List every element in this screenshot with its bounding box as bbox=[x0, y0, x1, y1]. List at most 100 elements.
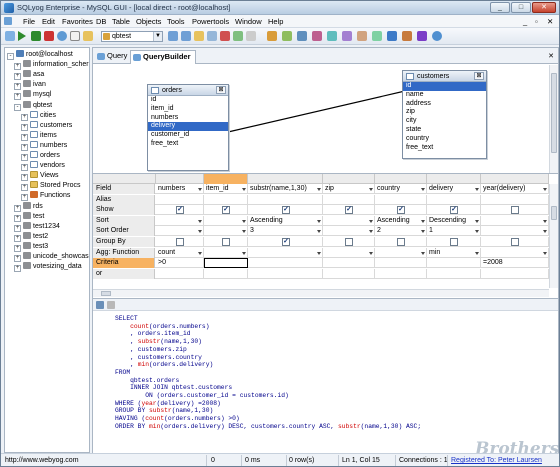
grid-cell[interactable]: zip bbox=[323, 184, 375, 194]
expand-icon[interactable]: + bbox=[14, 93, 21, 101]
grid-cell[interactable]: 2 bbox=[375, 226, 427, 237]
menu-favorites[interactable]: Favorites bbox=[62, 17, 93, 26]
expand-icon[interactable]: + bbox=[21, 174, 28, 182]
grid-cell[interactable] bbox=[323, 226, 375, 237]
field-item[interactable]: id bbox=[403, 82, 486, 91]
chevron-down-icon[interactable] bbox=[317, 230, 321, 234]
expand-icon[interactable]: + bbox=[21, 154, 28, 161]
edit-icon[interactable] bbox=[207, 31, 217, 41]
grid-cell[interactable] bbox=[375, 247, 427, 258]
grid-cell[interactable] bbox=[481, 247, 549, 258]
expand-icon[interactable]: + bbox=[21, 194, 28, 202]
grid-cell[interactable] bbox=[156, 215, 204, 226]
tree-item[interactable]: + vendors bbox=[21, 161, 65, 172]
index-icon[interactable] bbox=[233, 31, 243, 41]
expand-icon[interactable]: + bbox=[14, 83, 21, 91]
field-item[interactable]: state bbox=[403, 126, 486, 135]
chevron-down-icon[interactable] bbox=[198, 188, 202, 191]
help-icon[interactable] bbox=[432, 31, 442, 41]
grid-cell[interactable]: Ascending bbox=[248, 215, 323, 226]
grid-cell[interactable]: year(delivery) bbox=[481, 184, 549, 194]
chevron-down-icon[interactable] bbox=[317, 251, 321, 255]
expand-icon[interactable]: + bbox=[14, 255, 21, 262]
grid-cell[interactable]: ✓ bbox=[156, 205, 204, 216]
menu-tools[interactable]: Tools bbox=[167, 17, 185, 26]
grid-column-header[interactable] bbox=[204, 174, 248, 184]
chevron-down-icon[interactable] bbox=[198, 219, 202, 223]
expand-icon[interactable]: + bbox=[14, 214, 21, 222]
tools-icon[interactable] bbox=[267, 31, 277, 41]
grid-cell[interactable] bbox=[323, 258, 375, 269]
grid-cell[interactable]: numbers bbox=[156, 184, 204, 194]
grid-cell[interactable] bbox=[204, 215, 248, 226]
new-query-icon[interactable] bbox=[70, 31, 80, 41]
grid-cell[interactable] bbox=[156, 226, 204, 237]
table-canvas[interactable]: orders ⊠ id item_id numbers delivery custome… bbox=[93, 65, 549, 173]
menu-table[interactable]: Table bbox=[112, 17, 130, 26]
expand-icon[interactable]: + bbox=[21, 164, 28, 172]
grid-cell[interactable] bbox=[481, 215, 549, 226]
expand-icon[interactable]: + bbox=[14, 244, 21, 252]
chevron-down-icon[interactable] bbox=[475, 188, 479, 191]
menu-objects[interactable]: Objects bbox=[136, 17, 161, 26]
expand-icon[interactable]: + bbox=[14, 204, 21, 212]
expand-icon[interactable]: + bbox=[14, 265, 21, 273]
grid-cell[interactable] bbox=[323, 194, 375, 205]
show-checkbox[interactable]: ✓ bbox=[450, 206, 458, 215]
grid-cell[interactable]: country bbox=[375, 184, 427, 194]
tree-item[interactable]: - root@localhost bbox=[7, 50, 73, 60]
tree-item[interactable]: + customers bbox=[21, 120, 72, 131]
tab-query[interactable]: Query bbox=[95, 50, 129, 64]
grid-cell[interactable] bbox=[248, 194, 323, 205]
field-item[interactable]: city bbox=[403, 117, 486, 126]
close-button[interactable]: ✕ bbox=[532, 2, 556, 13]
chevron-down-icon[interactable] bbox=[369, 188, 373, 191]
grid-column-header[interactable] bbox=[248, 174, 323, 184]
tree-item[interactable]: + unicode_showcase bbox=[14, 252, 89, 262]
grid-cell[interactable] bbox=[156, 237, 204, 247]
chevron-down-icon[interactable] bbox=[543, 251, 547, 255]
copy-icon[interactable] bbox=[246, 31, 256, 41]
new-table-icon[interactable] bbox=[83, 31, 93, 41]
grid-cell[interactable] bbox=[323, 237, 375, 247]
tree-item[interactable]: + test2 bbox=[14, 231, 48, 242]
grid-cell[interactable]: 1 bbox=[427, 226, 481, 237]
scheduler-icon[interactable] bbox=[357, 31, 367, 41]
grid-cell[interactable]: =2008 bbox=[481, 258, 549, 269]
chevron-down-icon[interactable] bbox=[198, 230, 202, 234]
query-builder-icon[interactable] bbox=[387, 31, 397, 41]
show-checkbox[interactable]: ✓ bbox=[222, 206, 230, 215]
menu-window[interactable]: Window bbox=[235, 17, 262, 26]
grid-cell[interactable]: >0 bbox=[156, 258, 204, 269]
show-checkbox[interactable] bbox=[511, 206, 519, 215]
grid-cell[interactable] bbox=[204, 237, 248, 247]
grid-cell[interactable]: item_id bbox=[204, 184, 248, 194]
grid-cell[interactable] bbox=[248, 258, 323, 269]
canvas-scrollbar[interactable] bbox=[549, 65, 558, 173]
group-by-checkbox[interactable] bbox=[397, 238, 405, 246]
field-item[interactable]: name bbox=[403, 91, 486, 100]
grid-cell[interactable] bbox=[204, 226, 248, 237]
grid-cell[interactable] bbox=[375, 258, 427, 269]
menu-file[interactable]: File bbox=[23, 17, 35, 26]
collapse-icon[interactable]: - bbox=[14, 103, 21, 111]
grid-cell[interactable] bbox=[481, 226, 549, 237]
export-icon[interactable] bbox=[282, 31, 292, 41]
grid-cell[interactable] bbox=[375, 268, 427, 279]
table-data-icon[interactable] bbox=[168, 31, 178, 41]
field-item[interactable]: free_text bbox=[148, 140, 228, 149]
expand-icon[interactable]: + bbox=[21, 133, 28, 141]
status-registered[interactable]: Registered To: Peter Laursen bbox=[451, 456, 542, 465]
chevron-down-icon[interactable] bbox=[421, 188, 425, 191]
expand-icon[interactable]: + bbox=[21, 143, 28, 151]
chevron-down-icon[interactable] bbox=[475, 230, 479, 234]
tree-item[interactable]: + ivan bbox=[14, 80, 46, 91]
chevron-down-icon[interactable] bbox=[543, 219, 547, 223]
chevron-down-icon[interactable] bbox=[421, 251, 425, 255]
grid-cell[interactable] bbox=[323, 268, 375, 279]
table-box-orders-header[interactable]: orders ⊠ bbox=[148, 85, 228, 96]
tree-item[interactable]: + cities bbox=[21, 110, 56, 121]
grid-cell[interactable] bbox=[248, 268, 323, 279]
field-item[interactable]: country bbox=[403, 135, 486, 144]
grid-cell[interactable] bbox=[204, 194, 248, 205]
